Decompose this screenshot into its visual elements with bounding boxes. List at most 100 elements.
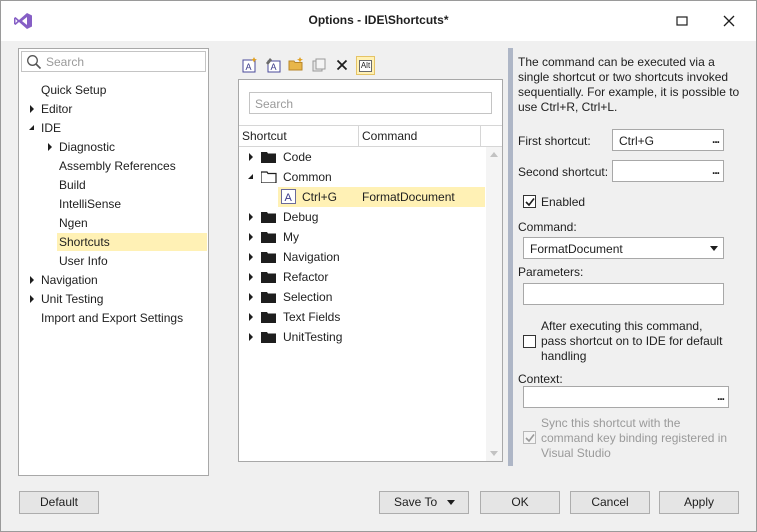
new-shortcut-button[interactable]: A <box>241 56 259 74</box>
expand-arrow-icon[interactable] <box>246 328 256 346</box>
shortcut-search-input[interactable]: Search <box>249 92 492 114</box>
delete-button[interactable] <box>333 56 351 74</box>
command-dropdown[interactable]: FormatDocument <box>523 237 724 259</box>
alt-toggle-button[interactable]: Alt <box>356 56 375 75</box>
command-selected-value: FormatDocument <box>530 242 623 256</box>
column-header-shortcut[interactable]: Shortcut <box>239 126 358 146</box>
open-folder-icon <box>288 57 303 71</box>
shortcut-group-row-code[interactable]: Code <box>239 147 485 167</box>
shortcut-cell: Ctrl+G <box>302 190 338 204</box>
group-label: Code <box>283 150 312 164</box>
ok-button[interactable]: OK <box>480 491 560 514</box>
second-shortcut-browse-button[interactable]: ... <box>712 163 720 177</box>
tree-item-quick-setup[interactable]: Quick Setup <box>41 81 106 99</box>
expand-arrow-icon[interactable] <box>246 248 256 266</box>
rename-icon: A <box>266 58 281 73</box>
tree-item-label: Diagnostic <box>59 140 116 154</box>
copy-button[interactable] <box>310 56 328 74</box>
delete-icon <box>336 59 348 71</box>
sync-binding-label: Sync this shortcut with the command key … <box>541 416 728 460</box>
tree-item-editor[interactable]: Editor <box>41 100 72 118</box>
column-header-label: Command <box>362 129 418 143</box>
shortcut-group-row-debug[interactable]: Debug <box>239 207 485 227</box>
shortcut-group-row-common[interactable]: Common <box>239 167 485 187</box>
cancel-button[interactable]: Cancel <box>570 491 650 514</box>
options-dialog: Options - IDE\Shortcuts* Search Quick Se… <box>0 0 757 532</box>
tree-item-intellisense[interactable]: IntelliSense <box>59 195 121 213</box>
shortcut-group-row-unittesting[interactable]: UnitTesting <box>239 327 485 347</box>
first-shortcut-field[interactable]: Ctrl+G ... <box>612 129 724 151</box>
tree-item-label: Ngen <box>59 216 88 230</box>
expand-arrow-icon[interactable] <box>27 271 37 289</box>
vertical-scrollbar[interactable] <box>486 147 502 461</box>
new-shortcut-icon: A <box>242 57 257 73</box>
shortcut-command-icon: A <box>281 189 296 204</box>
enabled-checkbox[interactable] <box>523 195 536 208</box>
scroll-up-icon[interactable] <box>490 151 498 157</box>
pass-shortcut-checkbox[interactable] <box>523 335 536 348</box>
column-header-command[interactable]: Command <box>359 126 480 146</box>
shortcut-group-row-refactor[interactable]: Refactor <box>239 267 485 287</box>
folder-icon <box>261 272 276 283</box>
options-search-input[interactable]: Search <box>21 51 206 72</box>
tree-item-label: Import and Export Settings <box>41 311 184 325</box>
open-folder-button[interactable] <box>287 56 305 74</box>
collapse-arrow-icon[interactable] <box>246 168 256 186</box>
copy-icon <box>312 58 326 72</box>
tree-item-import-export-settings[interactable]: Import and Export Settings <box>41 309 183 327</box>
close-button[interactable] <box>716 9 742 33</box>
default-button[interactable]: Default <box>19 491 99 514</box>
checkmark-icon <box>524 197 535 206</box>
tree-item-label: Build <box>59 178 86 192</box>
pane-splitter[interactable] <box>508 48 513 466</box>
collapse-arrow-icon[interactable] <box>27 119 37 137</box>
svg-text:A: A <box>271 62 277 72</box>
group-label: Selection <box>283 290 333 304</box>
save-to-button[interactable]: Save To <box>379 491 469 514</box>
second-shortcut-field[interactable]: ... <box>612 160 724 182</box>
expand-arrow-icon[interactable] <box>246 148 256 166</box>
rename-shortcut-button[interactable]: A <box>264 56 282 74</box>
first-shortcut-browse-button[interactable]: ... <box>712 132 720 146</box>
folder-icon <box>261 252 276 263</box>
enabled-label: Enabled <box>541 195 586 209</box>
context-field[interactable]: ... <box>523 386 729 408</box>
shortcut-grid-header: Shortcut Command <box>239 125 502 147</box>
shortcut-description: The command can be executed via a single… <box>518 55 740 114</box>
parameters-field[interactable] <box>523 283 724 305</box>
folder-icon <box>261 332 276 343</box>
shortcut-group-row-selection[interactable]: Selection <box>239 287 485 307</box>
tree-item-diagnostic[interactable]: Diagnostic <box>59 138 115 156</box>
column-separator[interactable] <box>480 126 481 146</box>
tree-item-label: Assembly References <box>59 159 176 173</box>
tree-item-ngen[interactable]: Ngen <box>59 214 88 232</box>
shortcut-group-row-my[interactable]: My <box>239 227 485 247</box>
tree-item-unit-testing[interactable]: Unit Testing <box>41 290 103 308</box>
folder-open-icon <box>261 171 277 183</box>
maximize-button[interactable] <box>669 9 695 33</box>
context-browse-button[interactable]: ... <box>717 389 725 403</box>
expand-arrow-icon[interactable] <box>246 208 256 226</box>
expand-arrow-icon[interactable] <box>246 308 256 326</box>
tree-item-user-info[interactable]: User Info <box>59 252 108 270</box>
shortcut-row-selected[interactable]: A Ctrl+G FormatDocument <box>278 187 485 207</box>
expand-arrow-icon[interactable] <box>27 100 37 118</box>
tree-item-shortcuts[interactable]: Shortcuts <box>57 233 207 251</box>
shortcut-group-row-text-fields[interactable]: Text Fields <box>239 307 485 327</box>
tree-item-label: Quick Setup <box>41 83 107 97</box>
expand-arrow-icon[interactable] <box>246 268 256 286</box>
shortcut-group-row-navigation[interactable]: Navigation <box>239 247 485 267</box>
tree-item-navigation[interactable]: Navigation <box>41 271 98 289</box>
tree-item-ide[interactable]: IDE <box>41 119 61 137</box>
expand-arrow-icon[interactable] <box>246 228 256 246</box>
options-tree-pane: Search Quick Setup Editor IDE Diagnostic… <box>18 48 209 476</box>
expand-arrow-icon[interactable] <box>246 288 256 306</box>
expand-arrow-icon[interactable] <box>45 138 55 156</box>
tree-item-assembly-references[interactable]: Assembly References <box>59 157 176 175</box>
pass-shortcut-label: After executing this command, pass short… <box>541 319 723 363</box>
sync-binding-checkbox[interactable] <box>523 431 536 444</box>
expand-arrow-icon[interactable] <box>27 290 37 308</box>
apply-button[interactable]: Apply <box>659 491 739 514</box>
tree-item-build[interactable]: Build <box>59 176 86 194</box>
scroll-down-icon[interactable] <box>490 451 498 457</box>
